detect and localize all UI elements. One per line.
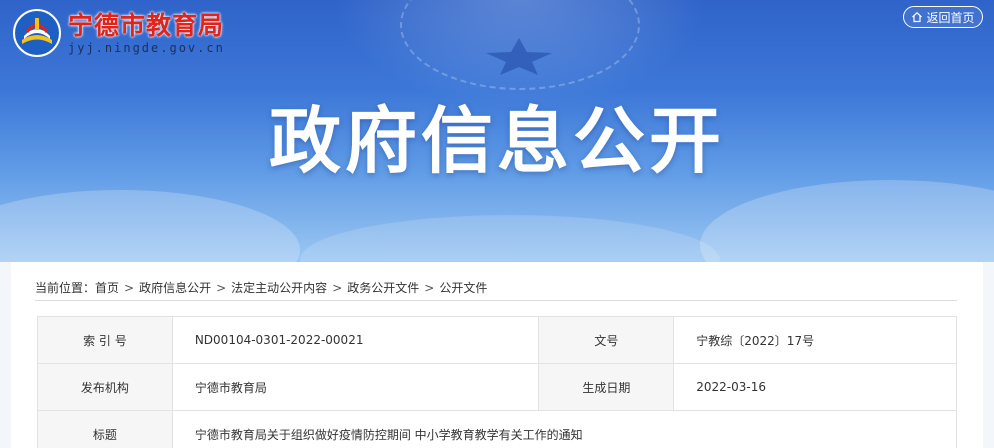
- table-row: 标题 宁德市教育局关于组织做好疫情防控期间 中小学教育教学有关工作的通知: [37, 410, 958, 448]
- breadcrumb-separator: >: [124, 280, 135, 295]
- breadcrumb-separator: >: [216, 280, 227, 295]
- cloud-decoration: [300, 215, 720, 262]
- title-label: 标题: [37, 410, 173, 448]
- index-number-value: ND00104-0301-2022-00021: [171, 316, 540, 364]
- breadcrumb-item-gov-files[interactable]: 政务公开文件: [347, 279, 419, 296]
- education-bureau-logo-icon: [13, 9, 61, 57]
- breadcrumb-item-statutory[interactable]: 法定主动公开内容: [231, 279, 327, 296]
- breadcrumb-item-home[interactable]: 首页: [95, 279, 119, 296]
- breadcrumb-separator: >: [424, 280, 435, 295]
- breadcrumb-prefix: 当前位置：: [35, 281, 96, 295]
- index-number-label: 索 引 号: [37, 316, 173, 364]
- publisher-label: 发布机构: [37, 363, 173, 411]
- table-row: 索 引 号 ND00104-0301-2022-00021 文号 宁教综〔202…: [37, 316, 957, 364]
- breadcrumb-item-gov-info[interactable]: 政府信息公开: [139, 279, 211, 296]
- document-info-table: 索 引 号 ND00104-0301-2022-00021 文号 宁教综〔202…: [37, 316, 958, 448]
- creation-date-value: 2022-03-16: [673, 363, 957, 411]
- site-name: 宁德市教育局: [68, 11, 225, 40]
- return-home-button[interactable]: 返回首页: [903, 6, 983, 28]
- title-value: 宁德市教育局关于组织做好疫情防控期间 中小学教育教学有关工作的通知: [171, 410, 958, 448]
- cloud-decoration: [0, 190, 300, 262]
- cloud-decoration: [700, 180, 994, 262]
- site-url: jyj.ningde.gov.cn: [68, 41, 225, 55]
- site-logo[interactable]: 宁德市教育局 jyj.ningde.gov.cn: [12, 8, 225, 58]
- publisher-value: 宁德市教育局: [171, 363, 540, 411]
- page-title: 政府信息公开: [268, 99, 725, 183]
- breadcrumb-item-public-files[interactable]: 公开文件: [439, 279, 487, 296]
- return-home-label: 返回首页: [926, 10, 975, 25]
- creation-date-label: 生成日期: [538, 363, 675, 411]
- home-icon: [912, 11, 923, 23]
- table-row: 发布机构 宁德市教育局 生成日期 2022-03-16: [37, 363, 957, 411]
- breadcrumb: 当前位置： 首页 > 政府信息公开 > 法定主动公开内容 > 政务公开文件 > …: [35, 275, 957, 301]
- header-banner: 宁德市教育局 jyj.ningde.gov.cn 返回首页 政府信息公开: [0, 0, 994, 262]
- breadcrumb-separator: >: [332, 280, 343, 295]
- document-number-value: 宁教综〔2022〕17号: [673, 316, 957, 364]
- star-icon: [486, 38, 552, 75]
- main-content: 当前位置： 首页 > 政府信息公开 > 法定主动公开内容 > 政务公开文件 > …: [11, 262, 983, 448]
- document-number-label: 文号: [538, 316, 675, 364]
